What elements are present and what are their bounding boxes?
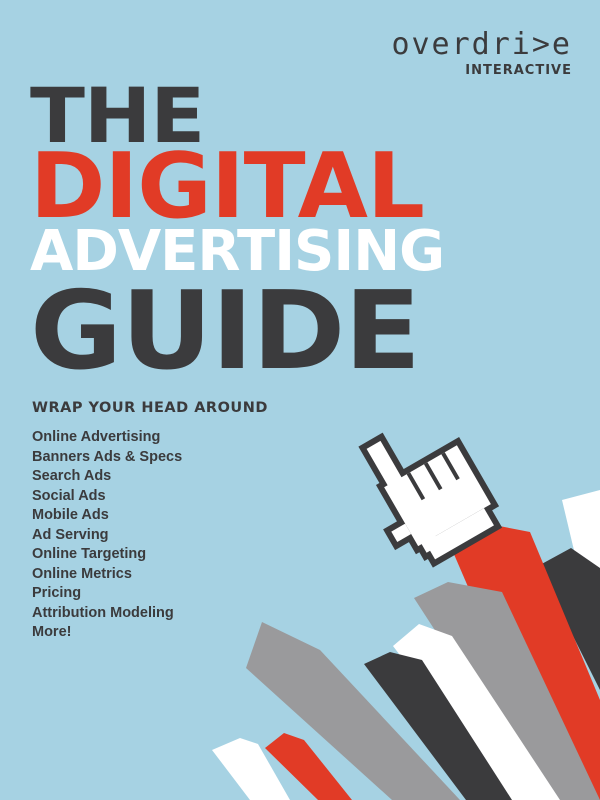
guide-cover: overdri>e INTERACTIVE THE DIGITAL ADVERT…: [0, 0, 600, 800]
upward-arrows-graphic: [212, 432, 600, 800]
